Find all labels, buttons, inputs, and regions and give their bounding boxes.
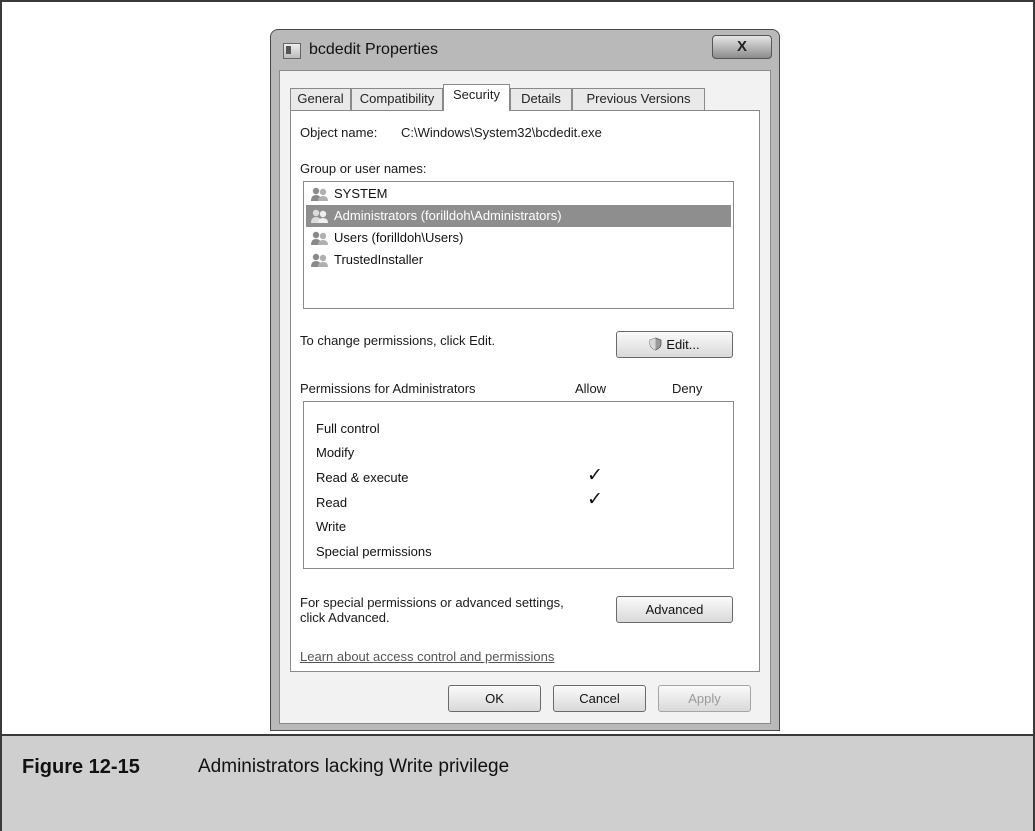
tab-label: Compatibility <box>359 91 435 106</box>
permission-special: Special permissions <box>316 540 432 564</box>
permission-read: Read <box>316 491 347 515</box>
tab-details[interactable]: Details <box>510 88 572 110</box>
list-item-label: Users (forilldoh\Users) <box>334 230 464 245</box>
advanced-hint-line2: click Advanced. <box>300 610 390 625</box>
advanced-button[interactable]: Advanced <box>616 596 733 623</box>
tab-label: Previous Versions <box>586 91 691 106</box>
list-item-trustedinstaller[interactable]: TrustedInstaller <box>306 249 731 271</box>
permission-full-control: Full control <box>316 417 380 441</box>
permission-name: Read & execute <box>316 470 409 485</box>
groups-label: Group or user names: <box>300 161 427 176</box>
close-button[interactable]: X <box>712 35 772 59</box>
figure-caption: Administrators lacking Write privilege <box>198 756 510 777</box>
figure-caption-bar: Figure 12-15 Administrators lacking Writ… <box>2 734 1033 831</box>
tab-compatibility[interactable]: Compatibility <box>351 88 443 110</box>
allow-header: Allow <box>575 381 607 396</box>
cancel-button[interactable]: Cancel <box>553 685 646 712</box>
allow-check-read-execute: ✓ <box>587 465 603 486</box>
list-item-administrators[interactable]: Administrators (forilldoh\Administrators… <box>306 205 731 227</box>
security-tab-panel: Object name: C:\Windows\System32\bcdedit… <box>290 110 760 672</box>
tab-general[interactable]: General <box>290 88 351 110</box>
permission-name: Full control <box>316 421 380 436</box>
tab-previous-versions[interactable]: Previous Versions <box>572 88 705 110</box>
properties-dialog: bcdedit Properties X General Compatibili… <box>270 29 780 731</box>
user-group-icon <box>311 253 328 267</box>
permission-name: Read <box>316 495 348 510</box>
tab-label: Details <box>521 91 561 106</box>
permission-name: Modify <box>316 445 355 460</box>
allow-check-read: ✓ <box>587 489 603 510</box>
edit-button-label: Edit... <box>666 337 700 352</box>
permission-modify: Modify <box>316 441 354 465</box>
object-name-value: C:\Windows\System32\bcdedit.exe <box>401 125 602 140</box>
app-icon <box>283 43 301 59</box>
tab-label: Security <box>453 87 500 102</box>
list-item-label: Administrators (forilldoh\Administrators… <box>334 208 562 223</box>
figure-number: Figure 12-15 <box>22 756 140 778</box>
permissions-list[interactable]: Full control Modify Read & execute Read … <box>303 401 734 569</box>
client-area: General Compatibility Security Details P… <box>279 70 771 724</box>
user-group-icon <box>311 231 328 245</box>
permissions-label: Permissions for Administrators <box>300 381 476 396</box>
list-item-label: SYSTEM <box>334 186 388 201</box>
apply-button[interactable]: Apply <box>658 685 751 712</box>
user-group-icon <box>311 187 328 201</box>
permission-name: Write <box>316 519 347 534</box>
permission-read-execute: Read & execute <box>316 466 409 490</box>
list-item-users[interactable]: Users (forilldoh\Users) <box>306 227 731 249</box>
edit-button[interactable]: Edit... <box>616 331 733 358</box>
group-user-list[interactable]: SYSTEM Administrators (forilldoh\Adminis… <box>303 181 734 309</box>
permission-write: Write <box>316 515 346 539</box>
user-group-icon <box>311 209 328 223</box>
advanced-hint-line1: For special permissions or advanced sett… <box>300 595 564 610</box>
shield-icon <box>649 337 662 351</box>
figure-frame: bcdedit Properties X General Compatibili… <box>0 0 1035 831</box>
learn-access-control-link[interactable]: Learn about access control and permissio… <box>300 649 554 664</box>
permission-name: Special permissions <box>316 544 432 559</box>
list-item-system[interactable]: SYSTEM <box>306 183 731 205</box>
deny-header: Deny <box>672 381 703 396</box>
ok-button[interactable]: OK <box>448 685 541 712</box>
list-item-label: TrustedInstaller <box>334 252 424 267</box>
object-name-label: Object name: <box>300 125 378 140</box>
title-bar[interactable]: bcdedit Properties X <box>271 30 779 70</box>
change-permissions-hint: To change permissions, click Edit. <box>300 333 496 348</box>
tab-security[interactable]: Security <box>443 84 510 111</box>
tab-label: General <box>297 91 344 106</box>
dialog-title: bcdedit Properties <box>309 41 438 58</box>
